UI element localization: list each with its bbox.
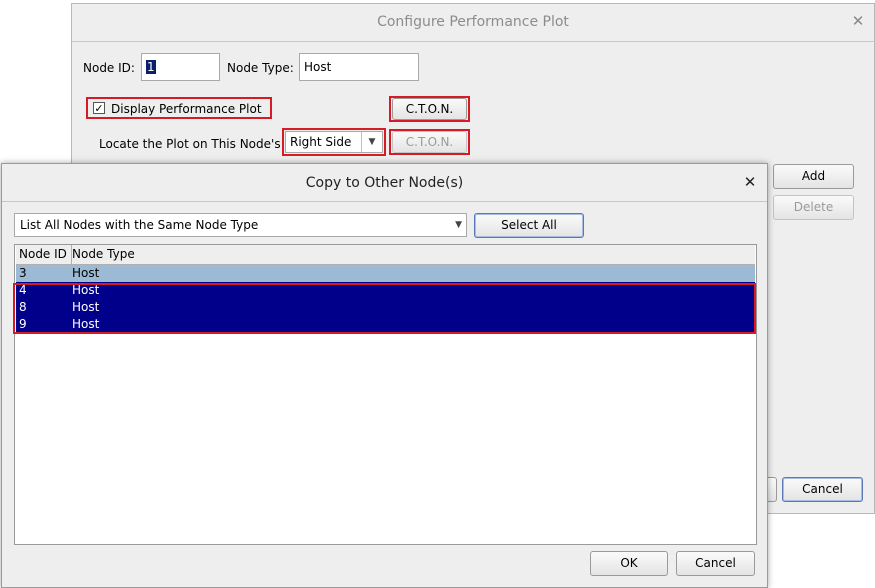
close-icon[interactable]: ✕	[848, 12, 868, 32]
column-header-node-id[interactable]: Node ID	[16, 245, 72, 264]
node-id-label: Node ID:	[83, 61, 135, 75]
ctonn-button[interactable]: C.T.O.N.	[392, 98, 467, 120]
dialog-title: Configure Performance Plot	[377, 14, 569, 30]
display-plot-label: Display Performance Plot	[111, 102, 262, 116]
title-separator	[2, 201, 767, 202]
row-node-type: Host	[72, 266, 100, 280]
ctonn-disabled-button: C.T.O.N.	[392, 131, 467, 153]
copy-to-other-nodes-dialog: Copy to Other Node(s) ✕ List All Nodes w…	[1, 163, 768, 588]
delete-button: Delete	[773, 195, 854, 220]
locate-plot-select[interactable]: Right Side ▼	[285, 131, 383, 153]
add-button[interactable]: Add	[773, 164, 854, 189]
select-all-button[interactable]: Select All	[474, 213, 584, 238]
selected-rows-highlight	[13, 283, 756, 334]
node-type-value: Host	[304, 60, 332, 74]
node-id-field[interactable]: 1	[141, 53, 220, 81]
title-separator	[72, 41, 874, 42]
cancel-button[interactable]: Cancel	[676, 551, 755, 576]
table-row[interactable]: 3 Host	[16, 265, 755, 282]
node-type-label: Node Type:	[227, 61, 294, 75]
chevron-down-icon: ▼	[455, 220, 462, 230]
locate-plot-value: Right Side	[290, 135, 352, 149]
node-id-value: 1	[146, 60, 156, 74]
chevron-down-icon: ▼	[361, 132, 382, 152]
table-header: Node ID Node Type	[16, 245, 755, 265]
row-node-id: 3	[19, 266, 27, 280]
column-header-node-type[interactable]: Node Type	[69, 245, 135, 264]
display-plot-checkbox[interactable]: ✓	[93, 102, 105, 114]
node-type-field[interactable]: Host	[299, 53, 419, 81]
filter-value: List All Nodes with the Same Node Type	[20, 218, 259, 232]
dialog-title: Copy to Other Node(s)	[305, 175, 464, 191]
back-cancel-button[interactable]: Cancel	[782, 477, 863, 502]
filter-select[interactable]: List All Nodes with the Same Node Type ▼	[14, 213, 467, 237]
close-icon[interactable]: ✕	[740, 173, 760, 193]
locate-plot-label: Locate the Plot on This Node's	[99, 137, 281, 151]
ok-button[interactable]: OK	[590, 551, 668, 576]
